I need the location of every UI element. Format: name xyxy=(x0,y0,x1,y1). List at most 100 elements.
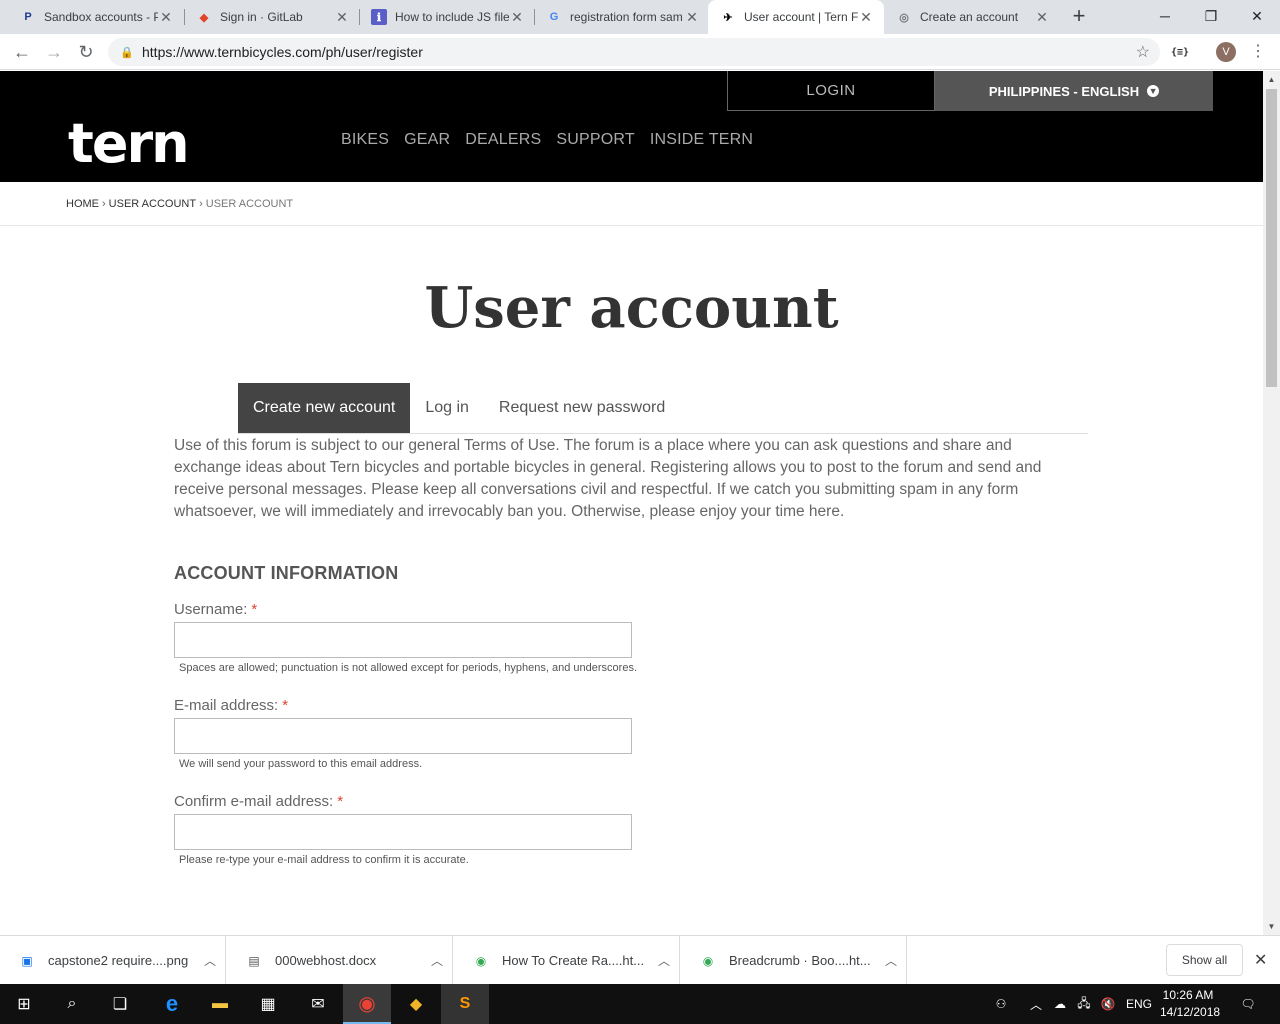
scrollbar-thumb[interactable] xyxy=(1266,89,1277,387)
address-bar[interactable]: 🔒 https://www.ternbicycles.com/ph/user/r… xyxy=(108,38,1160,66)
tab-create-new-account[interactable]: Create new account xyxy=(238,383,411,433)
network-icon[interactable]: 🖧 xyxy=(1074,984,1094,1024)
close-icon[interactable]: ✕ xyxy=(858,9,874,25)
nav-dealers[interactable]: DEALERS xyxy=(465,131,541,149)
download-item[interactable]: ▤ 000webhost.docx ︿ xyxy=(227,936,453,985)
chevron-up-icon[interactable]: ︿ xyxy=(195,952,225,969)
task-view-icon[interactable]: ❏ xyxy=(96,984,144,1024)
confirm-email-label: Confirm e-mail address: * xyxy=(174,793,343,810)
language-selector[interactable]: PHILIPPINES - ENGLISH ▼ xyxy=(935,71,1213,111)
breadcrumb-user-account[interactable]: USER ACCOUNT xyxy=(109,198,196,210)
language-indicator[interactable]: ENG xyxy=(1122,984,1156,1024)
nav-inside-tern[interactable]: INSIDE TERN xyxy=(650,131,753,149)
close-window-button[interactable]: ✕ xyxy=(1234,0,1280,32)
close-icon[interactable]: ✕ xyxy=(1254,950,1267,970)
browser-tab-active[interactable]: ✈ User account | Tern F ✕ xyxy=(708,0,884,34)
section-heading: ACCOUNT INFORMATION xyxy=(174,563,399,583)
notifications-icon[interactable]: 🗨 xyxy=(1234,984,1262,1024)
email-description: We will send your password to this email… xyxy=(179,758,423,770)
download-shelf: ▣ capstone2 require....png ︿ ▤ 000webhos… xyxy=(0,935,1280,985)
download-name: capstone2 require....png xyxy=(48,953,189,968)
browser-tab[interactable]: ℹ How to include JS file ✕ xyxy=(359,0,535,34)
forum-terms-intro: Use of this forum is subject to our gene… xyxy=(174,437,1042,520)
nav-bikes[interactable]: BIKES xyxy=(341,131,389,149)
main-nav: BIKES GEAR DEALERS SUPPORT INSIDE TERN xyxy=(341,131,768,149)
git-app-icon[interactable]: ◆ xyxy=(392,984,440,1024)
chevron-up-icon[interactable]: ︿ xyxy=(649,952,679,969)
windows-taskbar: ⊞ ⌕ ❏ e ▬ ▦ ✉ ◉ ◆ S ⚇ ︿ ☁ 🖧 🔇 ENG 10:26 … xyxy=(0,984,1280,1024)
confirm-email-field[interactable] xyxy=(174,814,632,850)
tern-bird-icon: ✈ xyxy=(723,11,733,24)
download-item[interactable]: ◉ Breadcrumb · Boo....ht... ︿ xyxy=(681,936,907,985)
close-icon[interactable]: ✕ xyxy=(334,9,350,25)
windows-start-icon[interactable]: ⊞ xyxy=(0,984,48,1024)
people-icon[interactable]: ⚇ xyxy=(990,984,1012,1024)
login-link[interactable]: LOGIN xyxy=(727,71,935,111)
tab-title: How to include JS file xyxy=(395,10,509,24)
close-icon[interactable]: ✕ xyxy=(158,9,174,25)
chrome-file-icon: ◉ xyxy=(702,953,714,968)
nav-support[interactable]: SUPPORT xyxy=(556,131,634,149)
username-description: Spaces are allowed; punctuation is not a… xyxy=(179,662,638,674)
download-name: How To Create Ra....ht... xyxy=(502,953,645,968)
required-marker: * xyxy=(282,697,289,714)
stackexchange-icon: ℹ xyxy=(371,9,387,25)
store-icon[interactable]: ▦ xyxy=(244,984,292,1024)
forward-button[interactable]: → xyxy=(42,40,66,64)
chrome-menu-icon[interactable]: ⋮ xyxy=(1250,40,1266,64)
show-all-button[interactable]: Show all xyxy=(1166,944,1243,976)
chevron-up-icon[interactable]: ︿ xyxy=(422,952,452,969)
download-item[interactable]: ▣ capstone2 require....png ︿ xyxy=(0,936,226,985)
download-name: 000webhost.docx xyxy=(275,953,377,968)
tab-log-in[interactable]: Log in xyxy=(410,383,484,433)
browser-tab[interactable]: P Sandbox accounts - P ✕ xyxy=(8,0,184,34)
download-item[interactable]: ◉ How To Create Ra....ht... ︿ xyxy=(454,936,680,985)
confirm-email-description: Please re-type your e-mail address to co… xyxy=(179,854,469,866)
clock[interactable]: 10:26 AM 14/12/2018 xyxy=(1160,987,1220,1021)
sublime-text-icon[interactable]: S xyxy=(441,984,489,1024)
tab-title: Sign in · GitLab xyxy=(220,10,303,24)
volume-muted-icon[interactable]: 🔇 xyxy=(1098,984,1118,1024)
chevron-up-icon[interactable]: ︿ xyxy=(1026,984,1046,1024)
restore-button[interactable]: ❐ xyxy=(1188,0,1234,32)
reload-button[interactable]: ↻ xyxy=(74,40,98,64)
tab-title: Sandbox accounts - P xyxy=(44,10,158,24)
nav-gear[interactable]: GEAR xyxy=(404,131,450,149)
edge-icon[interactable]: e xyxy=(148,984,196,1024)
browser-tab[interactable]: ◎ Create an account ✕ xyxy=(884,0,1060,34)
url-text: https://www.ternbicycles.com/ph/user/reg… xyxy=(142,44,423,60)
tern-logo[interactable]: tern xyxy=(68,117,190,171)
document-file-icon: ▤ xyxy=(248,953,260,968)
confirm-email-label-text: Confirm e-mail address: xyxy=(174,793,334,810)
chrome-icon[interactable]: ◉ xyxy=(343,984,391,1024)
close-icon[interactable]: ✕ xyxy=(1034,9,1050,25)
breadcrumb-home[interactable]: HOME xyxy=(66,198,99,210)
close-icon[interactable]: ✕ xyxy=(509,9,525,25)
browser-tab[interactable]: ◆ Sign in · GitLab ✕ xyxy=(184,0,360,34)
breadcrumb-current: USER ACCOUNT xyxy=(205,197,294,210)
mail-icon[interactable]: ✉ xyxy=(294,984,342,1024)
tabs-divider xyxy=(238,433,1088,434)
back-button[interactable]: ← xyxy=(10,40,34,64)
tab-request-new-password[interactable]: Request new password xyxy=(484,383,680,433)
page-scrollbar[interactable]: ▲ ▼ xyxy=(1263,71,1280,935)
chevron-up-icon[interactable]: ︿ xyxy=(876,952,906,969)
close-icon[interactable]: ✕ xyxy=(684,9,700,25)
scroll-down-icon[interactable]: ▼ xyxy=(1263,918,1280,935)
email-field[interactable] xyxy=(174,718,632,754)
username-input[interactable] xyxy=(174,622,632,658)
scroll-up-icon[interactable]: ▲ xyxy=(1263,71,1280,88)
email-label: E-mail address: * xyxy=(174,697,288,714)
minimize-button[interactable]: ─ xyxy=(1142,0,1188,32)
paypal-icon: P xyxy=(24,11,32,23)
bookmark-star-icon[interactable]: ☆ xyxy=(1136,42,1150,62)
new-tab-button[interactable]: + xyxy=(1068,5,1090,28)
browser-tab[interactable]: G registration form sam ✕ xyxy=(534,0,710,34)
download-circle-icon: ▼ xyxy=(1147,85,1160,97)
search-icon[interactable]: ⌕ xyxy=(48,984,96,1024)
file-explorer-icon[interactable]: ▬ xyxy=(196,984,244,1024)
email-label-text: E-mail address: xyxy=(174,697,279,714)
extension-icon[interactable]: {≡} xyxy=(1170,42,1190,62)
onedrive-icon[interactable]: ☁ xyxy=(1050,984,1070,1024)
avatar[interactable]: V xyxy=(1216,42,1236,62)
